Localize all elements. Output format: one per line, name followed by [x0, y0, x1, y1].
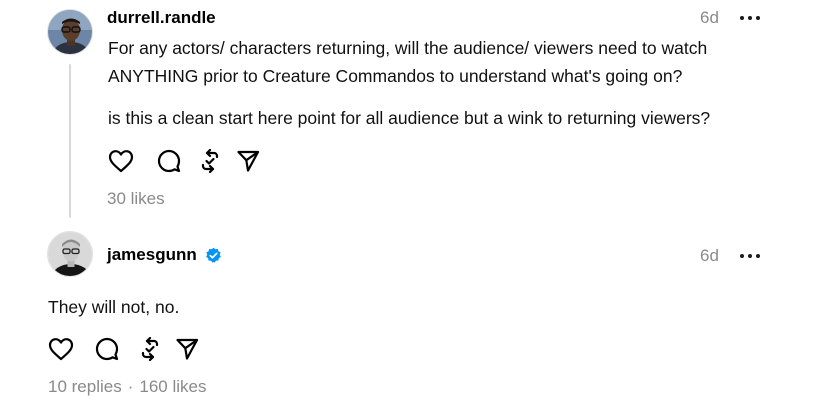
post-actions: [47, 335, 201, 363]
meta-separator: ·: [127, 377, 134, 396]
thread-connector-line: [69, 64, 71, 218]
comment-icon[interactable]: [93, 335, 121, 363]
avatar-durrell-randle[interactable]: [47, 9, 93, 55]
post-timestamp[interactable]: 6d: [700, 8, 719, 28]
replies-count[interactable]: 10 replies: [48, 377, 122, 396]
send-icon[interactable]: [234, 147, 262, 175]
send-icon[interactable]: [173, 335, 201, 363]
more-icon[interactable]: [740, 246, 760, 266]
avatar-jamesgunn[interactable]: [47, 231, 93, 277]
post-text-paragraph: is this a clean start here point for all…: [108, 108, 711, 128]
reply-text: They will not, no.: [48, 297, 180, 317]
more-icon[interactable]: [740, 8, 760, 28]
reply-meta: 10 replies · 160 likes: [48, 377, 207, 397]
thread-view: durrell.randle 6d For any actors/ charac…: [0, 0, 813, 403]
post-actions: [107, 147, 262, 175]
comment-icon[interactable]: [155, 147, 183, 175]
post-timestamp[interactable]: 6d: [700, 246, 719, 266]
heart-icon[interactable]: [47, 335, 75, 363]
post-text-line: For any actors/ characters returning, wi…: [108, 38, 708, 58]
post-text-line: ANYTHING prior to Creature Commandos to …: [108, 66, 683, 86]
likes-count[interactable]: 160 likes: [139, 377, 206, 396]
post-username[interactable]: jamesgunn: [107, 245, 197, 265]
heart-icon[interactable]: [107, 147, 135, 175]
repost-icon[interactable]: [136, 335, 164, 363]
likes-count[interactable]: 30 likes: [107, 189, 165, 209]
verified-badge-icon: [205, 247, 222, 264]
post-username[interactable]: durrell.randle: [107, 8, 216, 28]
repost-icon[interactable]: [196, 147, 224, 175]
